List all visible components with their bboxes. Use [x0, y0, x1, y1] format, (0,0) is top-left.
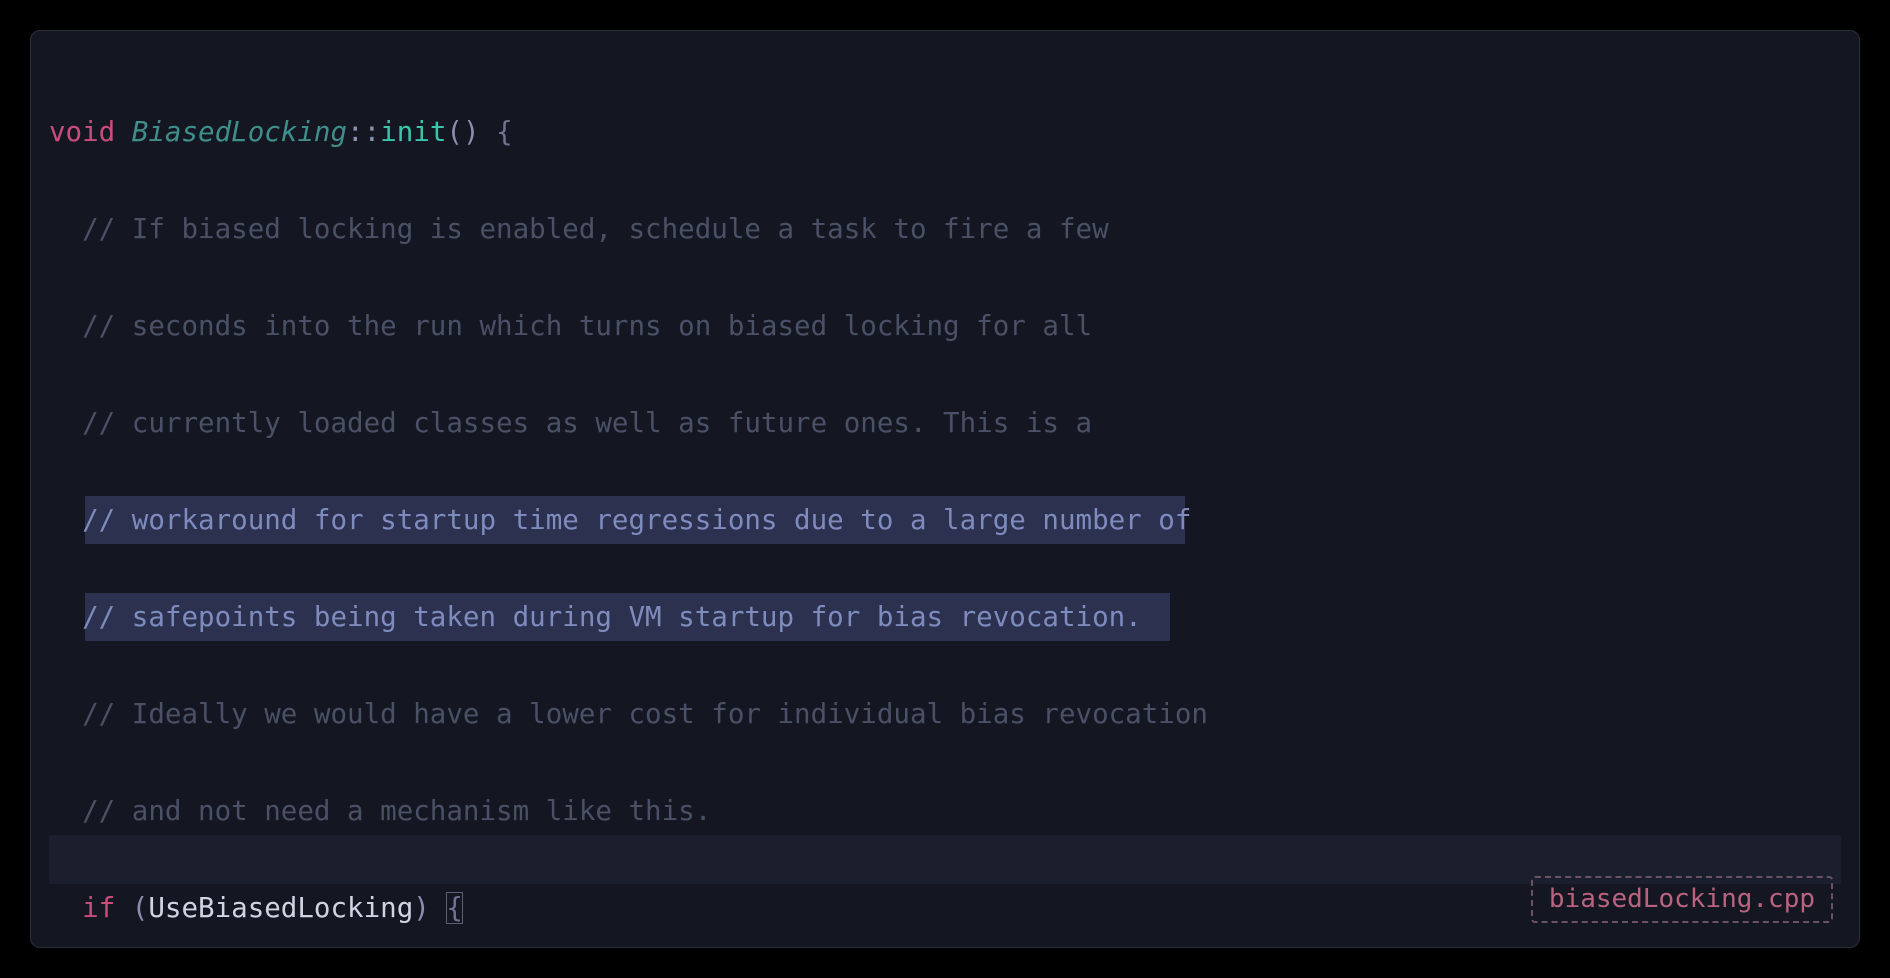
- code-line: // If biased locking is enabled, schedul…: [49, 205, 1841, 254]
- code-line: // and not need a mechanism like this.: [49, 787, 1841, 836]
- code-line: void BiasedLocking::init() {: [49, 108, 1841, 157]
- code-window: void BiasedLocking::init() { // If biase…: [30, 30, 1860, 948]
- code-line-highlighted: // workaround for startup time regressio…: [49, 496, 1841, 545]
- filename-badge: biasedLocking.cpp: [1531, 876, 1833, 923]
- code-line: // currently loaded classes as well as f…: [49, 399, 1841, 448]
- code-line: // Ideally we would have a lower cost fo…: [49, 690, 1841, 739]
- code-block: void BiasedLocking::init() { // If biase…: [49, 59, 1841, 948]
- code-line: // seconds into the run which turns on b…: [49, 302, 1841, 351]
- code-line-highlighted: // safepoints being taken during VM star…: [49, 593, 1841, 642]
